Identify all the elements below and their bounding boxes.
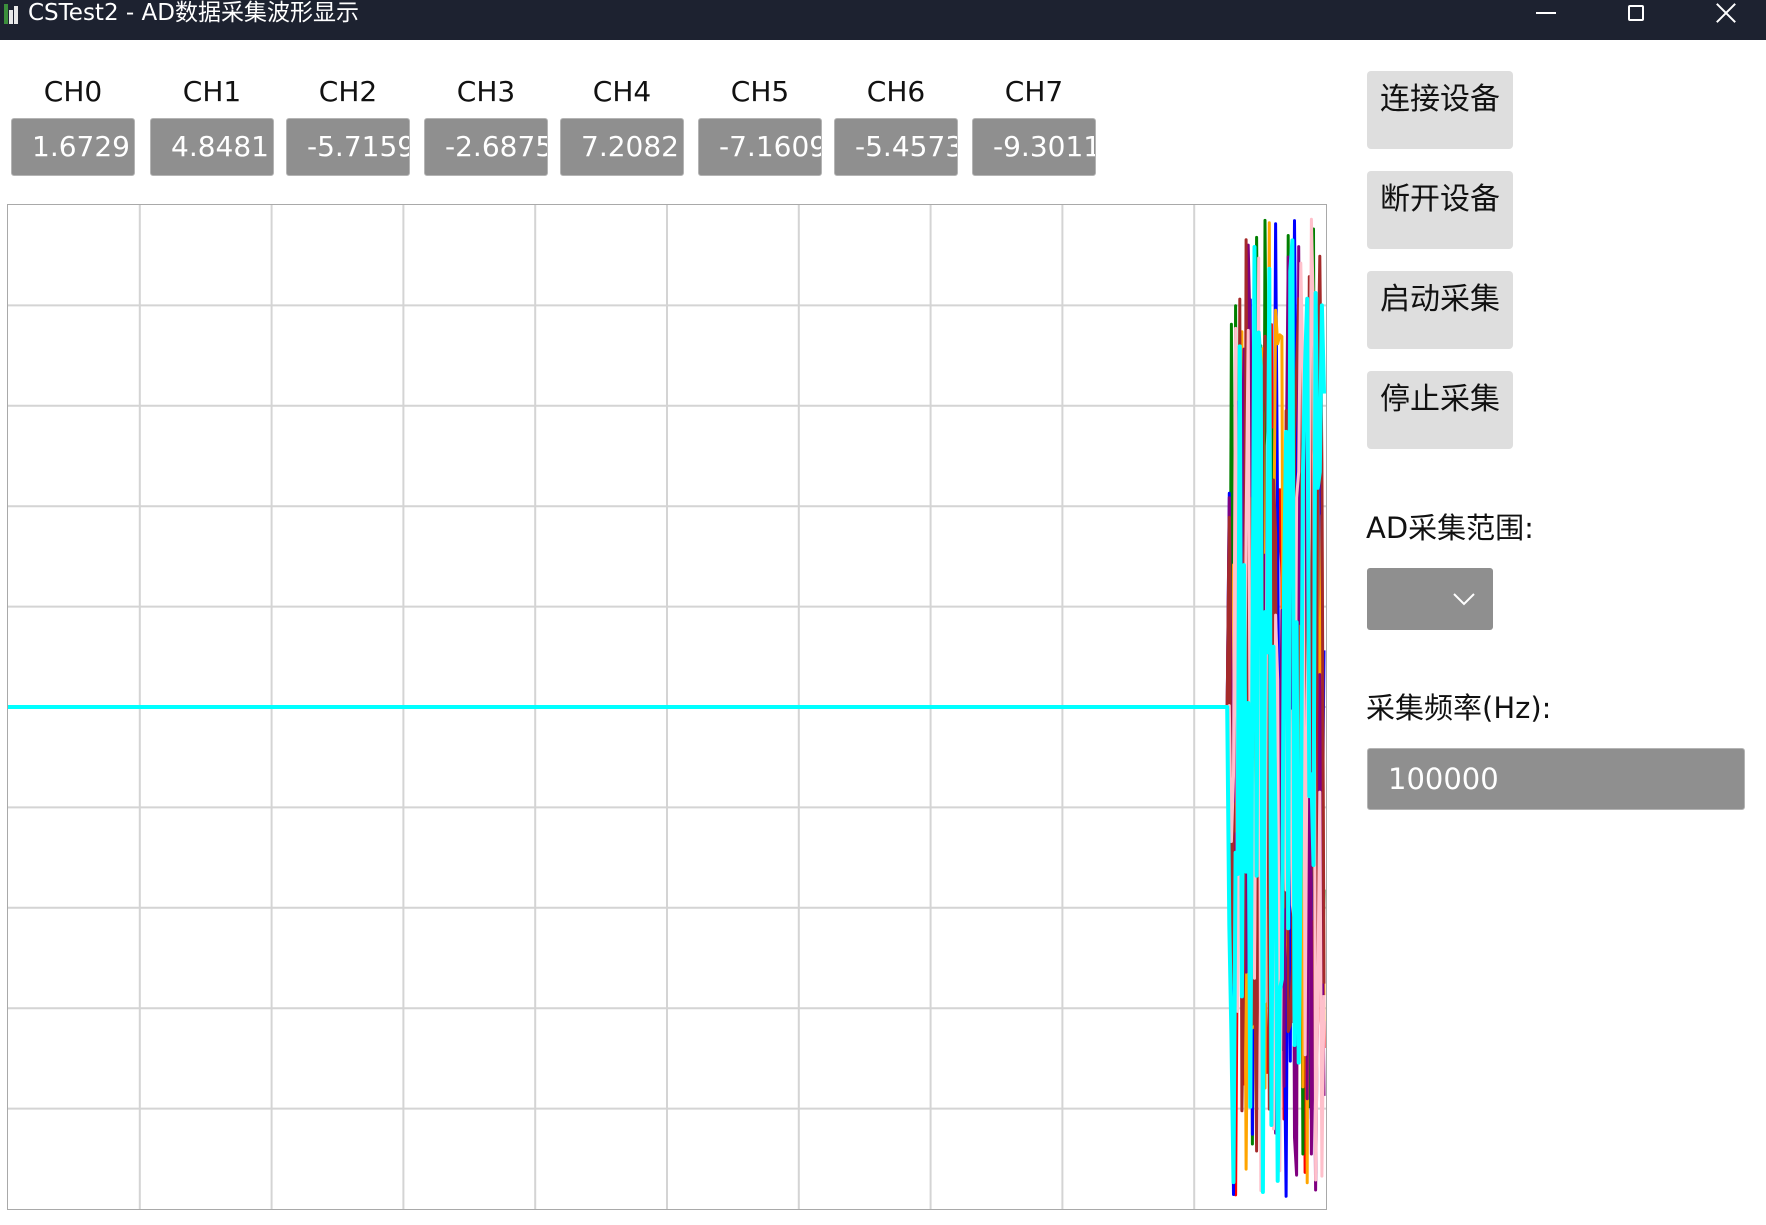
channel-value-ch5[interactable]: -7.1609 <box>698 118 822 176</box>
channel-label-ch4: CH4 <box>592 75 652 108</box>
channel-label-ch3: CH3 <box>456 75 516 108</box>
stop-acquisition-button[interactable]: 停止采集 <box>1367 371 1513 449</box>
start-acquisition-button[interactable]: 启动采集 <box>1367 271 1513 349</box>
channel-label-ch5: CH5 <box>730 75 790 108</box>
close-button[interactable] <box>1686 0 1766 26</box>
channel-value-ch4[interactable]: 7.2082 <box>560 118 684 176</box>
window-title: CSTest2 - AD数据采集波形显示 <box>28 0 359 26</box>
minimize-icon <box>1536 12 1556 14</box>
channel-value-ch6[interactable]: -5.4573 <box>834 118 958 176</box>
channel-value-ch0[interactable]: 1.6729 <box>11 118 135 176</box>
channel-label-ch1: CH1 <box>182 75 242 108</box>
maximize-button[interactable] <box>1596 0 1676 26</box>
sample-rate-input[interactable]: 100000 <box>1367 748 1745 810</box>
chevron-down-icon <box>1453 593 1475 606</box>
disconnect-device-button[interactable]: 断开设备 <box>1367 171 1513 249</box>
channel-label-ch2: CH2 <box>318 75 378 108</box>
channel-label-ch6: CH6 <box>866 75 926 108</box>
bar-chart-app-icon <box>4 4 18 24</box>
close-icon <box>1715 2 1737 24</box>
minimize-button[interactable] <box>1506 0 1586 26</box>
ad-range-label: AD采集范围: <box>1366 511 1534 545</box>
waveform-canvas <box>8 205 1326 1209</box>
channel-value-ch3[interactable]: -2.6875 <box>424 118 548 176</box>
app-window: CSTest2 - AD数据采集波形显示 CH0 1.6729 CH1 4.84… <box>0 0 1766 1225</box>
sample-rate-label: 采集频率(Hz): <box>1366 691 1552 725</box>
channel-value-ch1[interactable]: 4.8481 <box>150 118 274 176</box>
channel-label-ch0: CH0 <box>43 75 103 108</box>
ad-range-dropdown[interactable] <box>1367 568 1493 630</box>
waveform-plot <box>7 204 1327 1210</box>
title-bar[interactable]: CSTest2 - AD数据采集波形显示 <box>0 0 1766 40</box>
maximize-icon <box>1628 5 1644 21</box>
connect-device-button[interactable]: 连接设备 <box>1367 71 1513 149</box>
channel-label-ch7: CH7 <box>1004 75 1064 108</box>
channel-value-ch2[interactable]: -5.7159 <box>286 118 410 176</box>
channel-value-ch7[interactable]: -9.3011 <box>972 118 1096 176</box>
